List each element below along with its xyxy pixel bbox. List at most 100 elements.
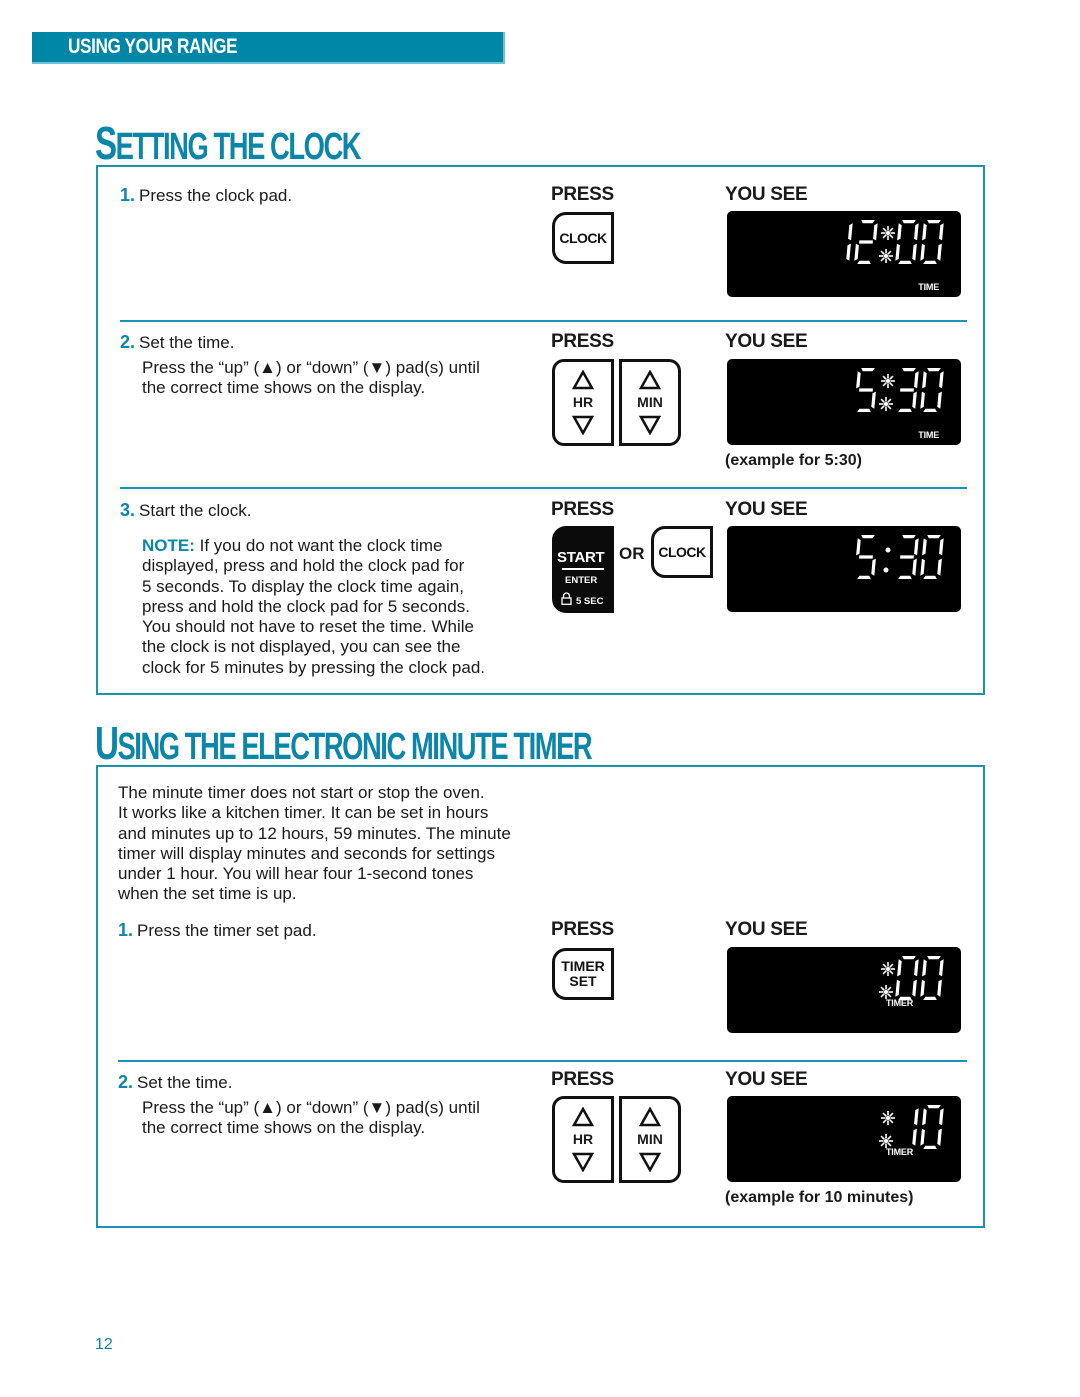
colon-dot bbox=[885, 547, 891, 553]
segment-g bbox=[900, 555, 914, 559]
segment-e bbox=[854, 243, 859, 261]
down-arrow-icon[interactable] bbox=[572, 1152, 594, 1172]
clock-pad[interactable]: CLOCK bbox=[552, 212, 614, 264]
segment-a bbox=[861, 368, 875, 372]
clock-section-title: SETTING THE CLOCK bbox=[95, 117, 362, 169]
display-digits bbox=[856, 535, 944, 579]
clock-step-2: 2. Set the time. bbox=[120, 332, 235, 352]
lcd-display: TIMER bbox=[727, 1096, 961, 1182]
example-caption: (example for 10 minutes) bbox=[725, 1189, 914, 1206]
start-underline bbox=[562, 568, 604, 570]
divider bbox=[118, 1060, 967, 1062]
segment-a bbox=[902, 220, 916, 224]
hour-pad[interactable]: HR bbox=[552, 359, 614, 446]
segment-f bbox=[922, 538, 927, 556]
lcd-display: TIME bbox=[727, 359, 961, 445]
timer-instructions-box: The minute timer does not start or stop … bbox=[96, 765, 985, 1228]
you-see-heading: YOU SEE bbox=[725, 499, 808, 520]
up-arrow-icon[interactable] bbox=[572, 370, 594, 390]
clock-pad[interactable]: CLOCK bbox=[651, 526, 713, 578]
segment-g bbox=[859, 555, 873, 559]
clock-step-1: 1. Press the clock pad. bbox=[120, 185, 293, 205]
segment-d bbox=[898, 260, 912, 264]
header-band-label: USING YOUR RANGE bbox=[68, 35, 238, 58]
lcd-digit-3 bbox=[898, 368, 919, 412]
segment-e bbox=[920, 979, 925, 997]
segment-d bbox=[857, 408, 871, 412]
press-heading: PRESS bbox=[551, 919, 614, 940]
segment-b bbox=[914, 1108, 919, 1126]
segment-c bbox=[937, 979, 942, 997]
up-arrow-icon[interactable] bbox=[572, 1107, 594, 1127]
start-enter-pad[interactable]: START ENTER 5 SEC bbox=[552, 526, 614, 613]
lcd-digit-5 bbox=[856, 535, 876, 579]
segment-c bbox=[871, 391, 876, 409]
segment-a bbox=[927, 220, 941, 224]
segment-f bbox=[856, 538, 861, 556]
segment-a bbox=[861, 535, 875, 539]
down-arrow-icon[interactable] bbox=[572, 415, 594, 435]
display-digits bbox=[846, 220, 944, 264]
lcd-digit-5 bbox=[856, 368, 876, 412]
segment-a bbox=[927, 535, 941, 539]
timer-intro: The minute timer does not start or stop … bbox=[118, 783, 511, 904]
segment-a bbox=[927, 956, 941, 960]
or-label: OR bbox=[619, 544, 645, 563]
segment-f bbox=[897, 223, 902, 241]
minute-pad[interactable]: MIN bbox=[619, 1096, 681, 1183]
segment-d bbox=[857, 575, 871, 579]
hour-pad[interactable]: HR bbox=[552, 1096, 614, 1183]
segment-d bbox=[857, 260, 871, 264]
segment-b bbox=[873, 223, 878, 241]
lcd-digit-3 bbox=[898, 535, 919, 579]
segment-c bbox=[871, 558, 876, 576]
up-arrow-icon[interactable] bbox=[639, 1107, 661, 1127]
segment-d bbox=[923, 1145, 937, 1149]
minute-pad[interactable]: MIN bbox=[619, 359, 681, 446]
lcd-digit-0 bbox=[895, 220, 919, 264]
down-arrow-icon[interactable] bbox=[639, 1152, 661, 1172]
segment-b bbox=[939, 1108, 944, 1126]
timer-step-2-detail: Press the “up” (▲) or “down” (▼) pad(s) … bbox=[142, 1098, 480, 1138]
colon-blink-icon bbox=[881, 1111, 895, 1125]
segment-c bbox=[846, 243, 851, 261]
segment-g bbox=[859, 240, 873, 244]
segment-a bbox=[927, 368, 941, 372]
time-indicator: TIME bbox=[918, 430, 939, 440]
clock-step-2-detail: Press the “up” (▲) or “down” (▼) pad(s) … bbox=[142, 358, 480, 398]
segment-d bbox=[923, 260, 937, 264]
example-caption: (example for 5:30) bbox=[725, 452, 862, 469]
clock-step-3: 3. Start the clock. bbox=[120, 500, 252, 520]
lcd-display: TIMER bbox=[727, 947, 961, 1033]
divider bbox=[120, 320, 967, 322]
segment-f bbox=[922, 223, 927, 241]
segment-d bbox=[898, 575, 912, 579]
timer-step-2: 2. Set the time. bbox=[118, 1072, 233, 1092]
segment-g bbox=[859, 388, 873, 392]
lcd-digit-0 bbox=[920, 956, 944, 1000]
segment-c bbox=[912, 243, 917, 261]
lcd-digit-1 bbox=[846, 223, 853, 261]
segment-e bbox=[920, 558, 925, 576]
segment-a bbox=[902, 368, 916, 372]
segment-c bbox=[937, 391, 942, 409]
timer-set-pad[interactable]: TIMER SET bbox=[552, 948, 614, 1000]
segment-a bbox=[902, 956, 916, 960]
segment-d bbox=[923, 996, 937, 1000]
segment-b bbox=[939, 371, 944, 389]
segment-f bbox=[922, 959, 927, 977]
colon-blink-icon bbox=[879, 985, 893, 999]
colon-blink-icon bbox=[881, 374, 895, 388]
lcd-digit-0 bbox=[895, 956, 919, 1000]
segment-b bbox=[914, 371, 919, 389]
segment-b bbox=[914, 538, 919, 556]
segment-b bbox=[939, 959, 944, 977]
down-arrow-icon[interactable] bbox=[639, 415, 661, 435]
segment-e bbox=[895, 979, 900, 997]
you-see-heading: YOU SEE bbox=[725, 184, 808, 205]
segment-b bbox=[939, 223, 944, 241]
timer-section-title: USING THE ELECTRONIC MINUTE TIMER bbox=[95, 717, 593, 769]
press-heading: PRESS bbox=[551, 331, 614, 352]
divider bbox=[120, 487, 967, 489]
up-arrow-icon[interactable] bbox=[639, 370, 661, 390]
